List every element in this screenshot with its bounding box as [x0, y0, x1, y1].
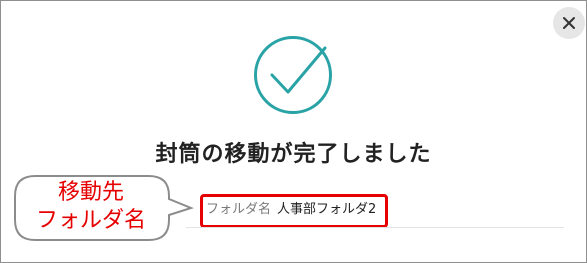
callout-text: 移動先 フォルダ名 [16, 179, 166, 235]
close-button[interactable] [553, 7, 585, 39]
close-icon [563, 17, 575, 29]
callout-line-1: 移動先 [57, 180, 124, 205]
highlight-box [200, 194, 388, 228]
check-circle-icon [254, 36, 332, 114]
callout-line-2: フォルダ名 [35, 208, 146, 233]
divider [186, 227, 564, 228]
dialog: 封筒の移動が完了しました フォルダ名 人事部フォルダ2 移動先 フォルダ名 [0, 0, 587, 263]
